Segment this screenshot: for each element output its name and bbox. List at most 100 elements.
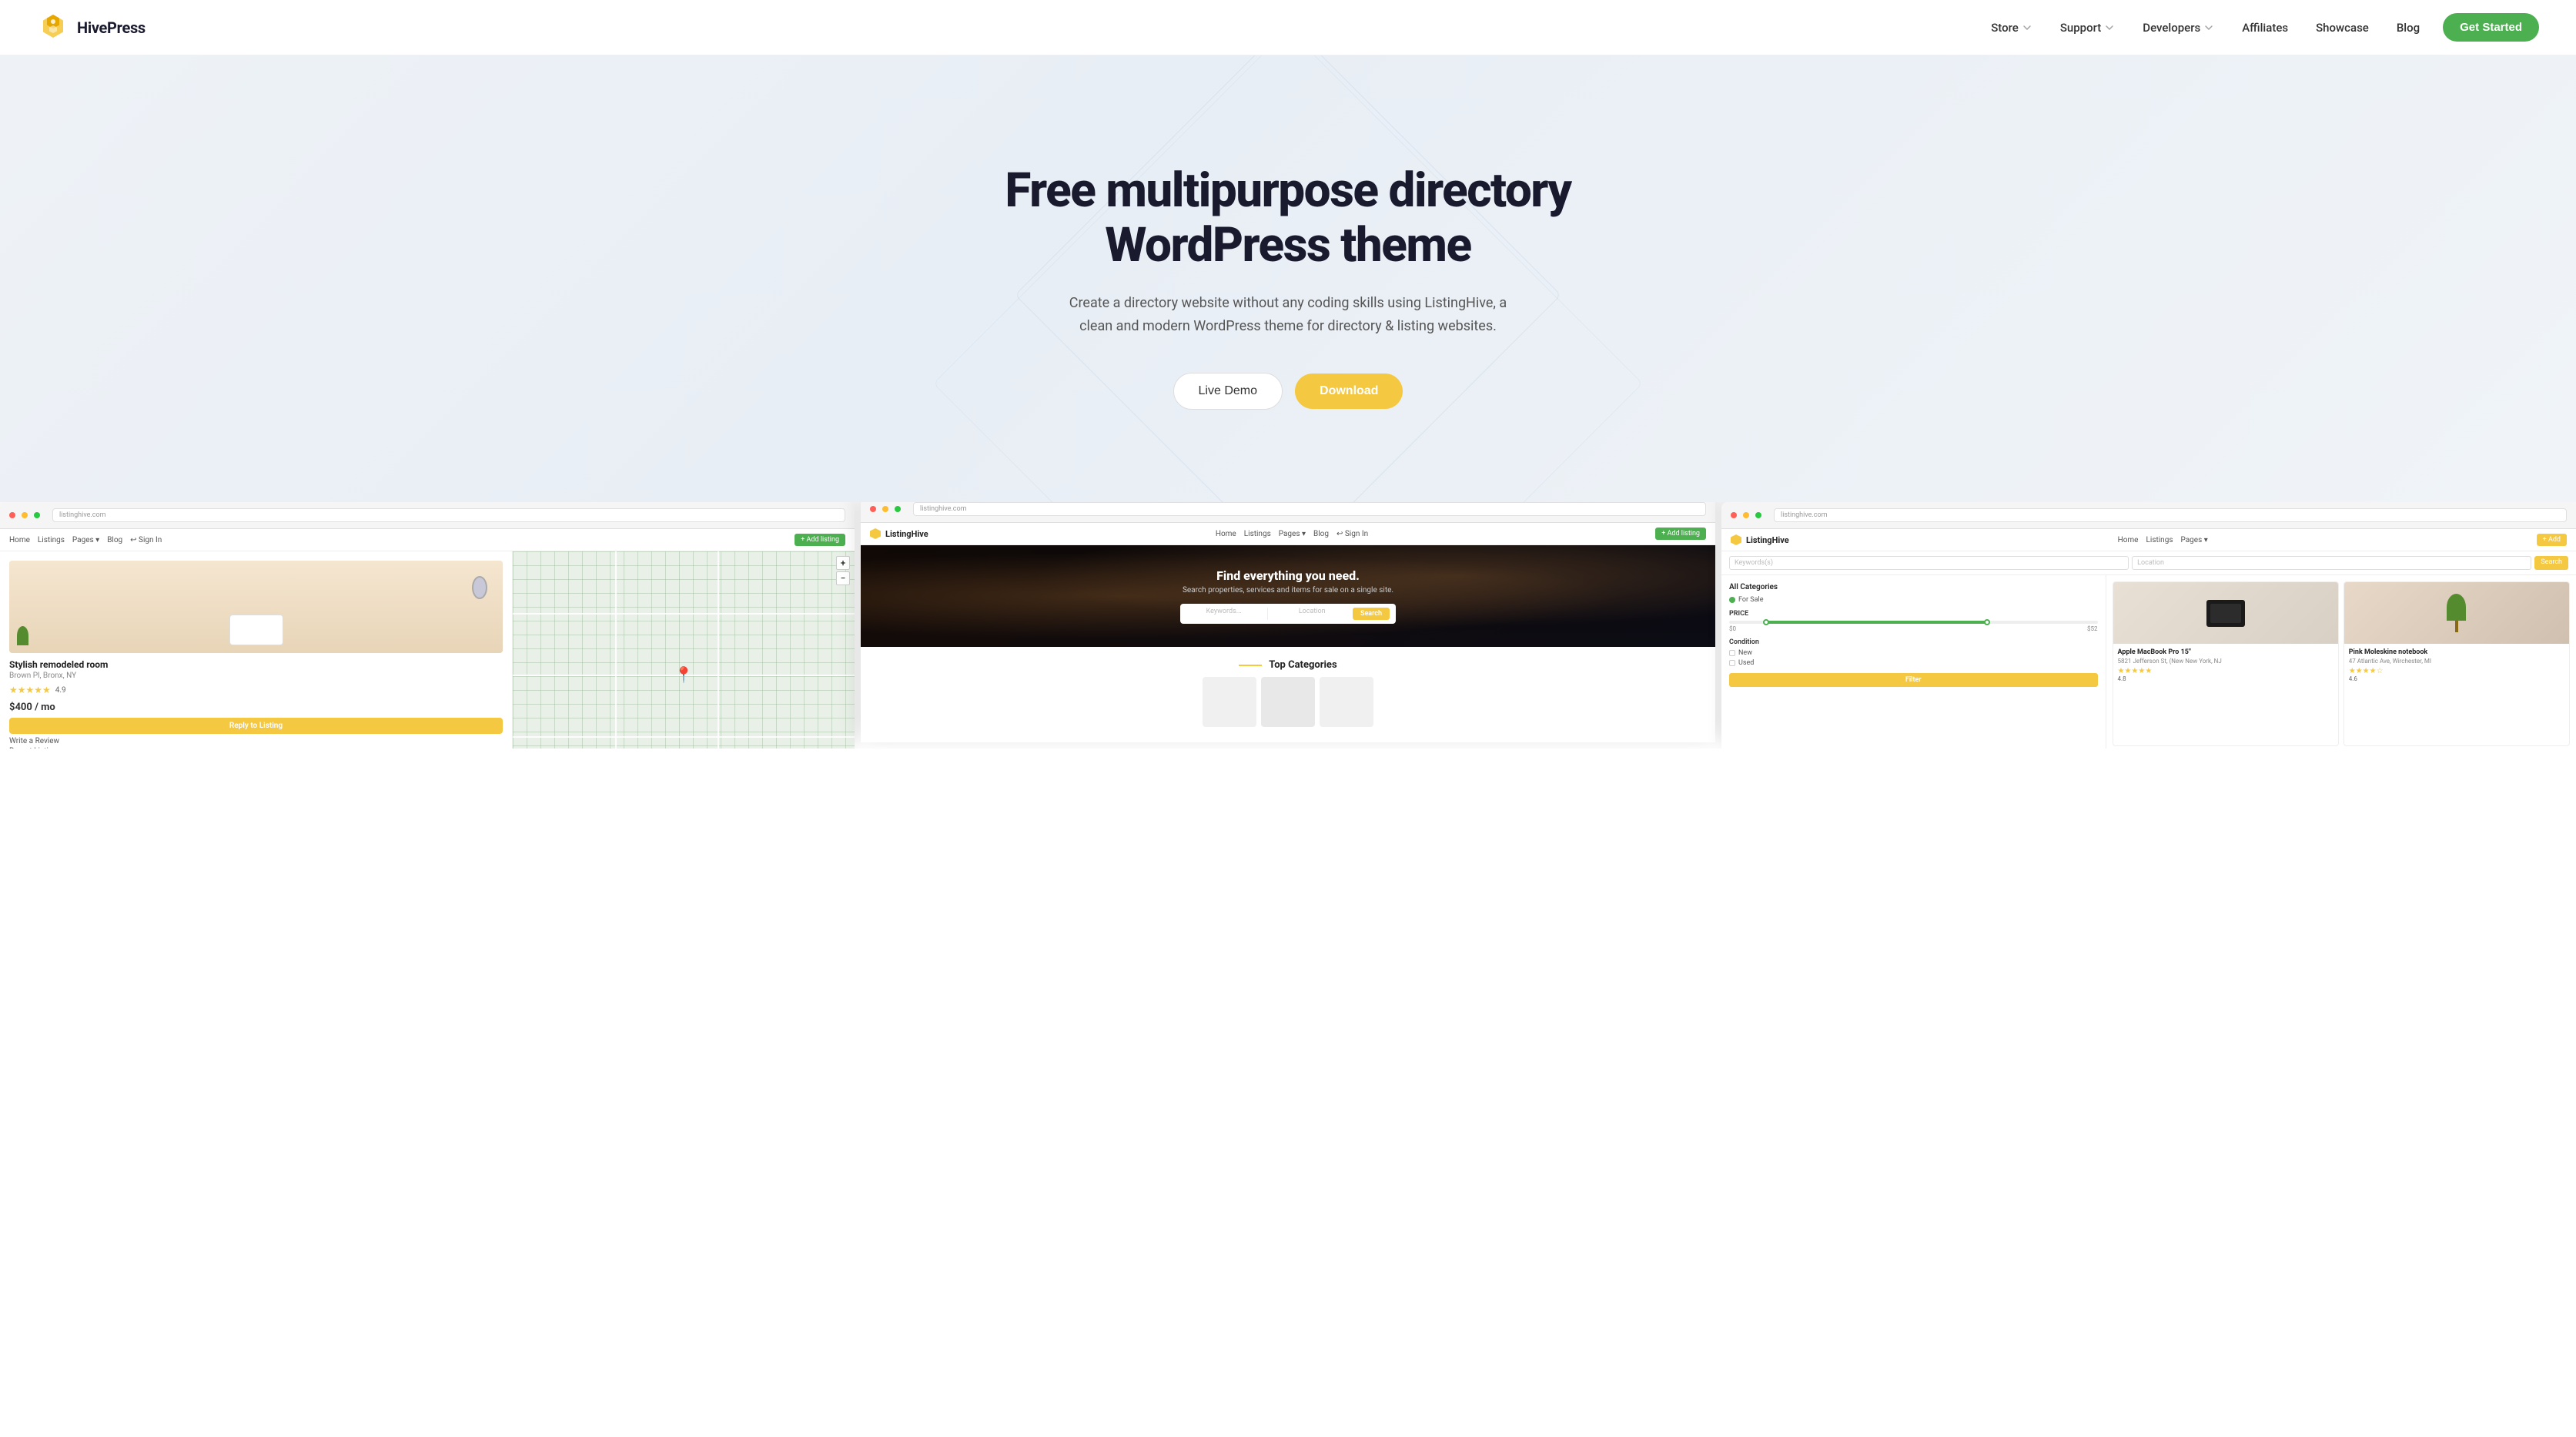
macbook-screen: [2210, 604, 2241, 623]
map-zoom-out[interactable]: −: [836, 571, 850, 585]
categories-title: Top Categories: [876, 659, 1700, 671]
condition-option-2: Used: [1729, 659, 2098, 667]
map-roads: [513, 551, 855, 749]
listing-map: 📍 © Basemap · Map Legal + −: [513, 551, 855, 749]
screenshot-left: listinghive.com Home Listings Pages ▾ Bl…: [0, 502, 855, 749]
hero-title: Free multipurpose directory WordPress th…: [1005, 163, 1571, 273]
right-search-btn[interactable]: Search: [2534, 556, 2568, 570]
report-listing-link[interactable]: Report Listing: [9, 747, 503, 749]
listing-price: $400 / mo: [9, 702, 503, 713]
for-sale-filter: For Sale: [1729, 596, 2098, 604]
center-add-listing-btn: + Add listing: [1655, 528, 1706, 540]
right-add-listing-btn: + Add: [2537, 534, 2567, 546]
live-demo-button[interactable]: Live Demo: [1173, 373, 1283, 410]
listing-image: [9, 561, 503, 653]
browser-maximize-dot: [895, 506, 901, 512]
browser-close-dot: [870, 506, 876, 512]
right-nav-bar: ListingHive Home Listings Pages ▾ + Add: [1721, 529, 2576, 551]
road-h3: [513, 736, 855, 738]
browser-maximize-dot: [1755, 512, 1761, 518]
plant-decoration: [2447, 594, 2466, 632]
hero-subtitle: Create a directory website without any c…: [1057, 292, 1519, 339]
right-brand-name: ListingHive: [1746, 535, 1789, 545]
nav-support[interactable]: Support: [2049, 15, 2126, 41]
nav-store[interactable]: Store: [1980, 15, 2043, 41]
right-keywords-input[interactable]: Keywords(s): [1729, 556, 2129, 570]
chevron-down-icon: [2203, 22, 2214, 33]
price-slider-handle-left[interactable]: [1763, 619, 1769, 625]
get-started-button[interactable]: Get Started: [2443, 13, 2539, 42]
center-nav-bar: ListingHive Home Listings Pages ▾ Blog ↩…: [861, 523, 1715, 545]
plant-decor: [17, 626, 28, 645]
road-h1: [513, 613, 855, 615]
price-slider-handle-right[interactable]: [1984, 619, 1990, 625]
browser-close-dot: [9, 512, 15, 518]
condition-checkbox-1[interactable]: [1729, 650, 1735, 656]
right-content: All Categories For Sale PRICE $0 $52 C: [1721, 575, 2576, 749]
categories-grid: [876, 677, 1700, 727]
brand-logo-link[interactable]: HivePress: [37, 12, 146, 44]
browser-minimize-dot: [1743, 512, 1749, 518]
price-slider-fill: [1766, 621, 1987, 624]
product-1-stars: ★★★★★: [2118, 667, 2333, 675]
search-divider: [1267, 608, 1268, 620]
road-v1: [615, 551, 617, 749]
price-range-labels: $0 $52: [1729, 625, 2098, 632]
product-listings: Apple MacBook Pro 15" 5821 Jefferson St,…: [2106, 575, 2576, 749]
product-2-name: Pink Moleskine notebook: [2349, 648, 2564, 656]
chevron-down-icon: [2104, 22, 2115, 33]
center-logo-icon: [870, 528, 881, 539]
map-zoom-in[interactable]: +: [836, 556, 850, 570]
product-card-1: Apple MacBook Pro 15" 5821 Jefferson St,…: [2113, 581, 2339, 746]
right-nav-links: Home Listings Pages ▾: [2118, 536, 2208, 544]
map-zoom-controls: + −: [836, 556, 850, 585]
macbook-shape: [2206, 600, 2245, 627]
write-review-link[interactable]: Write a Review: [9, 737, 503, 745]
browser-minimize-dot: [882, 506, 888, 512]
search-button[interactable]: Search: [1353, 608, 1390, 620]
browser-chrome-center: listinghive.com: [861, 502, 1715, 523]
star-icons: ★★★★★: [9, 685, 51, 695]
product-2-info: Pink Moleskine notebook 47 Atlantic Ave,…: [2344, 644, 2569, 687]
nav-affiliates[interactable]: Affiliates: [2231, 15, 2299, 41]
reply-listing-btn[interactable]: Reply to Listing: [9, 718, 503, 734]
search-keywords-placeholder[interactable]: Keywords...: [1186, 608, 1261, 620]
center-nav-links: Home Listings Pages ▾ Blog ↩ Sign In: [1216, 530, 1368, 538]
price-slider-track: [1729, 621, 2098, 624]
mirror-furniture: [472, 576, 487, 599]
browser-minimize-dot: [22, 512, 28, 518]
browser-close-dot: [1731, 512, 1737, 518]
rating-value: 4.9: [55, 686, 66, 695]
navbar: HivePress Store Support Developers Affil…: [0, 0, 2576, 55]
condition-checkbox-2[interactable]: [1729, 660, 1735, 666]
product-2-address: 47 Atlantic Ave, Wirchester, MI: [2349, 658, 2564, 665]
brand-name: HivePress: [77, 18, 146, 37]
apply-filter-btn[interactable]: Filter: [1729, 673, 2098, 687]
search-location-placeholder[interactable]: Location: [1274, 608, 1349, 620]
nav-developers[interactable]: Developers: [2132, 15, 2225, 41]
screenshot-right: listinghive.com ListingHive Home Listing…: [1721, 502, 2576, 749]
nav-showcase[interactable]: Showcase: [2305, 15, 2380, 41]
nav-blog[interactable]: Blog: [2386, 15, 2430, 41]
hivepress-logo-icon: [37, 12, 69, 44]
condition-option-1: New: [1729, 649, 2098, 657]
product-2-rating: 4.6: [2349, 675, 2564, 682]
listing-rating-row: ★★★★★ 4.9: [9, 685, 503, 695]
categories-title-line: [1239, 665, 1262, 666]
category-item-2: [1261, 677, 1315, 727]
road-v2: [718, 551, 719, 749]
browser-url-bar: listinghive.com: [913, 502, 1706, 516]
price-label: PRICE: [1729, 610, 2098, 618]
center-hero-content: Find everything you need. Search propert…: [876, 568, 1700, 624]
center-hero-banner: Find everything you need. Search propert…: [861, 545, 1715, 647]
center-hero-subtitle: Search properties, services and items fo…: [876, 586, 1700, 595]
bed-furniture: [229, 615, 283, 645]
hero-section: Free multipurpose directory WordPress th…: [0, 55, 2576, 502]
mock-nav-bar: Home Listings Pages ▾ Blog ↩ Sign In + A…: [0, 529, 855, 551]
right-location-input[interactable]: Location: [2132, 556, 2531, 570]
right-logo-icon: [1731, 534, 1741, 545]
download-button[interactable]: Download: [1295, 373, 1403, 409]
listing-location: Brown Pl, Bronx, NY: [9, 672, 503, 680]
screenshots-section: listinghive.com Home Listings Pages ▾ Bl…: [0, 502, 2576, 749]
product-1-address: 5821 Jefferson St, (New New York, NJ: [2118, 658, 2333, 665]
